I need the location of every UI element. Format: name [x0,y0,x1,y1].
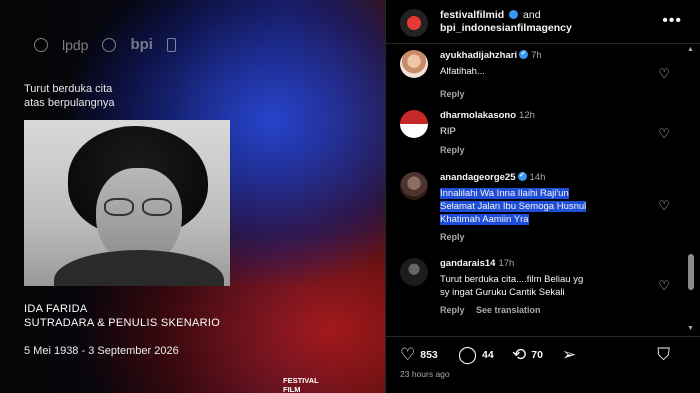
comment-time: 7h [531,50,542,61]
share-icon: ➢ [562,345,577,364]
comment-time: 14h [529,172,546,183]
like-button[interactable]: ♡ 853 [400,346,438,363]
more-options-icon[interactable]: ••• [662,12,682,30]
reply-button[interactable]: Reply [440,305,465,315]
condolence-line-1: Turut berduka cita [24,83,113,95]
film-board-logo [102,37,117,52]
reply-button[interactable]: Reply [440,89,465,99]
comment-text-line: Turut berduka cita....film Beliau yg [440,274,584,285]
verified-badge-icon [519,49,529,59]
person-name: IDA FARIDA [24,303,88,315]
and-text: and [523,9,541,21]
comment-meta: dharmolakasono 12h [440,110,535,121]
commenter-avatar[interactable] [400,50,428,78]
repost-count: 70 [531,348,543,361]
repost-button[interactable]: ⟲ 70 [512,346,543,363]
sponsor-logos: lpdp bpi [34,36,176,53]
post-image[interactable]: lpdp bpi Turut berduka cita atas berpula… [0,0,385,393]
author-avatar[interactable] [400,9,428,37]
comment-meta: gandarais14 17h [440,258,514,269]
share-button[interactable]: ➢ [562,346,576,363]
commenter-avatar[interactable] [400,172,428,200]
person-role: SUTRADARA & PENULIS SKENARIO [24,317,221,329]
comments-scrollbar[interactable]: ▲ ▼ [686,46,696,332]
comment-text: RIP [440,126,456,137]
comment-username[interactable]: ayukhadijahzhari [440,50,517,61]
comment-time: 17h [498,258,515,269]
bpi-logo: bpi [130,36,153,53]
person-caption: IDA FARIDA SUTRADARA & PENULIS SKENARIO [24,302,220,330]
comment-text-line: sy ingat Guruku Cantik Sekali [440,287,565,298]
comment-username[interactable]: dharmolakasono [440,110,516,121]
festival-film-logo: FESTIVAL FILM [283,376,319,393]
comment-list: ayukhadijahzhari7h Alfatihah... Reply ♡ … [386,44,681,336]
comment-time: 12h [519,110,535,121]
verified-badge-icon [509,10,519,19]
comment-icon: ◯ [458,345,478,364]
bookmark-icon: ⛉ [657,345,670,364]
comment-text-selected: Innalilahi Wa Inna Ilaihi Raji'un Selama… [440,187,632,226]
condolence-text: Turut berduka cita atas berpulangnya [24,82,115,110]
post-header: festivalfilmid and bpi_indonesianfilmage… [386,0,700,44]
comment-meta: anandageorge25 14h [440,171,546,184]
author-username[interactable]: festivalfilmid [440,9,504,21]
reply-button[interactable]: Reply [440,232,465,242]
comment-like-heart-icon[interactable]: ♡ [658,198,670,214]
comments-panel: festivalfilmid and bpi_indonesianfilmage… [385,0,700,393]
comment-like-heart-icon[interactable]: ♡ [658,66,670,82]
comment-username[interactable]: anandageorge25 [440,172,516,183]
scroll-down-arrow-icon[interactable]: ▼ [687,325,694,332]
festival-logo-line-1: FESTIVAL [283,376,319,385]
comment-count: 44 [482,348,494,361]
comment-text-line: Khatimah Aamiin Yra [440,214,529,225]
like-count: 853 [420,348,438,361]
comment-username[interactable]: gandarais14 [440,258,495,269]
portrait-photo [24,120,230,286]
heart-icon: ♡ [400,345,416,364]
scroll-thumb[interactable] [688,254,694,290]
collab-username[interactable]: bpi_indonesianfilmagency [440,22,572,35]
life-dates: 5 Mei 1938 - 3 September 2026 [24,345,179,357]
post-actions-bar: ♡ 853 ◯ 44 ⟲ 70 ➢ ⛉ [386,336,700,372]
post-authors: festivalfilmid and bpi_indonesianfilmage… [440,9,572,35]
comment-text: Alfatihah... [440,66,485,77]
lpdp-logo: lpdp [62,36,89,53]
commenter-avatar[interactable] [400,110,428,138]
post-timestamp: 23 hours ago [400,369,450,379]
comment-like-heart-icon[interactable]: ♡ [658,126,670,142]
verified-badge-icon [517,171,527,181]
commenter-avatar[interactable] [400,258,428,286]
comment-text: Turut berduka cita....film Beliau yg sy … [440,273,632,299]
ministry-logo [34,37,48,52]
repost-icon: ⟲ [512,345,527,364]
comment-text-line: Innalilahi Wa Inna Ilaihi Raji'un [440,188,569,199]
partner-logo [166,37,176,52]
see-translation-link[interactable]: See translation [476,305,541,315]
reply-button[interactable]: Reply [440,145,465,155]
festival-logo-line-2: FILM [283,385,301,393]
condolence-line-2: atas berpulangnya [24,97,115,109]
comment-button[interactable]: ◯ 44 [458,346,494,363]
save-button[interactable]: ⛉ [657,346,670,363]
comment-text-line: Selamat Jalan Ibu Semoga Husnul [440,201,587,212]
comment-like-heart-icon[interactable]: ♡ [658,278,670,294]
scroll-up-arrow-icon[interactable]: ▲ [687,46,694,53]
comment-meta: ayukhadijahzhari 7h [440,49,542,62]
